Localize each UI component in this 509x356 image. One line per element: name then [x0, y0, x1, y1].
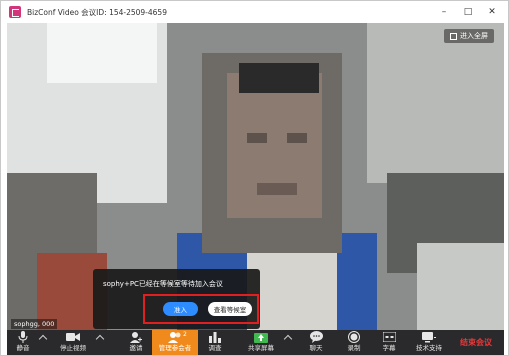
tech-support-button[interactable]: 技术支持 — [409, 330, 449, 355]
minimize-button[interactable]: – — [432, 1, 456, 23]
close-button[interactable]: ✕ — [480, 1, 504, 23]
window-title: BizConf Video 会议ID: 154-2509-4659 — [27, 7, 167, 17]
caption-label: 字幕 — [382, 344, 396, 352]
video-options-chevron-up-icon[interactable] — [95, 334, 105, 344]
support-icon — [422, 330, 436, 344]
window-controls: – □ ✕ — [432, 1, 504, 23]
record-icon — [348, 330, 360, 344]
chat-button[interactable]: 聊天 — [304, 330, 328, 355]
caption-button[interactable]: 字幕 — [377, 330, 401, 355]
chat-icon — [309, 330, 323, 344]
poll-icon — [209, 330, 221, 344]
record-button[interactable]: 录制 — [342, 330, 366, 355]
mute-label: 静音 — [16, 344, 30, 352]
participant-name-tag: sophgg, 000 — [11, 319, 58, 329]
bizconf-logo-icon — [9, 6, 21, 18]
participants-icon — [168, 330, 182, 344]
audio-options-chevron-up-icon[interactable] — [38, 334, 48, 344]
meeting-toolbar: 静音 停止视频 邀请 管理参会者 2 调查 共享屏幕 聊天 录制 字幕 技术支持… — [7, 330, 504, 355]
notification-message: sophy+PC已经在等候室等待加入会议 — [103, 280, 223, 288]
share-screen-icon — [254, 330, 268, 344]
share-options-chevron-up-icon[interactable] — [283, 334, 293, 344]
mute-button[interactable]: 静音 — [11, 330, 35, 355]
manage-participants-label: 管理参会者 — [158, 344, 192, 352]
fullscreen-icon — [450, 32, 457, 40]
invite-label: 邀请 — [129, 344, 143, 352]
chat-label: 聊天 — [309, 344, 323, 352]
stop-video-button[interactable]: 停止视频 — [53, 330, 93, 355]
poll-label: 调查 — [208, 344, 222, 352]
share-screen-button[interactable]: 共享屏幕 — [241, 330, 281, 355]
record-label: 录制 — [347, 344, 361, 352]
microphone-icon — [18, 330, 28, 344]
manage-participants-button[interactable]: 管理参会者 2 — [152, 330, 198, 355]
video-camera-icon — [66, 330, 80, 344]
caption-icon — [382, 330, 396, 344]
participant-count-badge: 2 — [183, 331, 187, 338]
invite-button[interactable]: 邀请 — [124, 330, 148, 355]
admit-button[interactable]: 准入 — [163, 302, 198, 316]
invite-icon — [130, 330, 142, 344]
title-bar: BizConf Video 会议ID: 154-2509-4659 – □ ✕ — [1, 1, 508, 23]
view-waiting-room-button[interactable]: 查看等候室 — [208, 302, 252, 316]
meeting-window: BizConf Video 会议ID: 154-2509-4659 – □ ✕ — [0, 0, 509, 356]
maximize-button[interactable]: □ — [456, 1, 480, 23]
fullscreen-label: 进入全屏 — [460, 32, 488, 40]
fullscreen-button[interactable]: 进入全屏 — [444, 29, 494, 43]
end-meeting-button[interactable]: 结束会议 — [454, 334, 498, 350]
tech-support-label: 技术支持 — [416, 344, 442, 352]
share-screen-label: 共享屏幕 — [248, 344, 274, 352]
stop-video-label: 停止视频 — [60, 344, 86, 352]
poll-button[interactable]: 调查 — [203, 330, 227, 355]
